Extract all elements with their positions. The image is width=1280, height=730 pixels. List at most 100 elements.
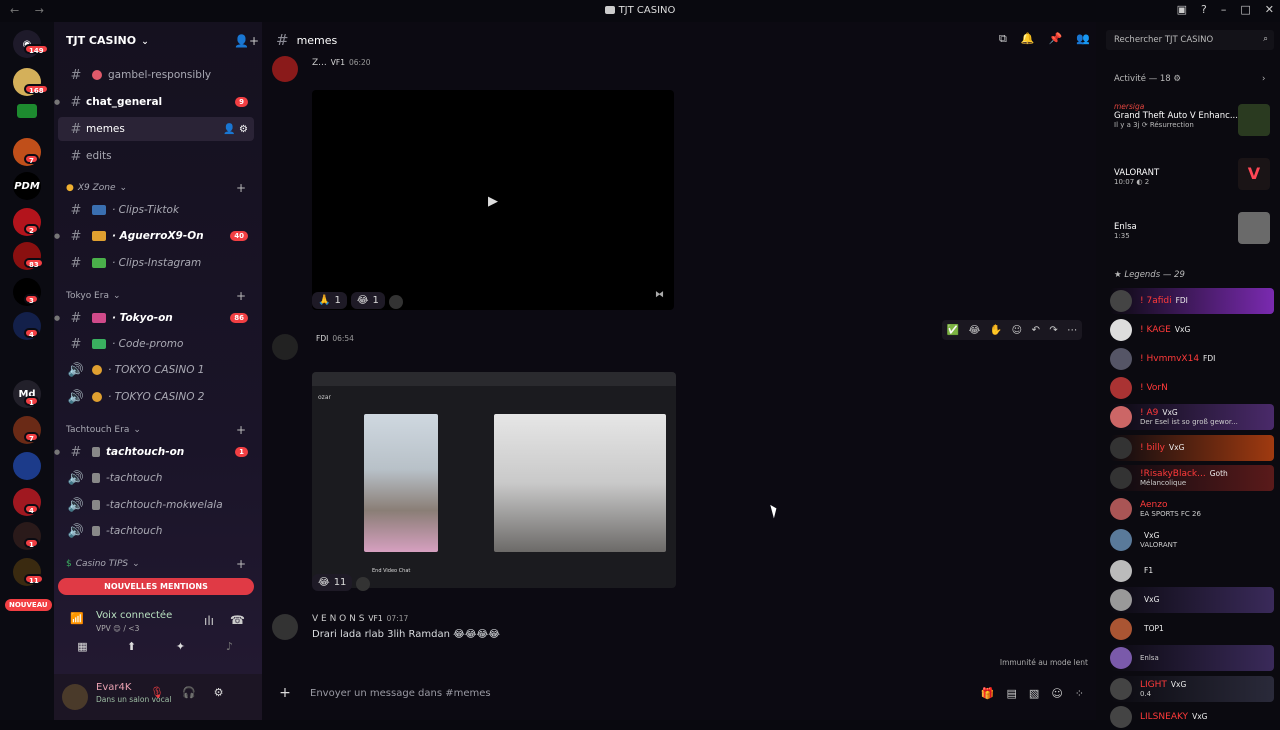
activities-icon[interactable]: ✦ <box>161 637 201 655</box>
member-item[interactable]: LILSNEAKY VxG <box>1110 704 1274 730</box>
add-channel-icon[interactable]: + <box>236 181 246 195</box>
add-channel-icon[interactable]: + <box>236 423 246 437</box>
server-icon[interactable] <box>13 452 41 480</box>
image-attachment[interactable]: ozar End Video Chat <box>312 372 676 588</box>
add-channel-icon[interactable]: + <box>236 557 246 571</box>
soundboard-icon[interactable]: ♪ <box>210 637 250 655</box>
mute-icon[interactable]: 🎙 <box>150 686 164 699</box>
category-tachtouch-era[interactable]: Tachtouch Era ⌄ + <box>66 423 246 437</box>
add-reaction-icon[interactable]: ☺ <box>1012 325 1022 336</box>
inbox-icon[interactable]: ▣ <box>1177 3 1187 16</box>
notification-bell-icon[interactable]: 🔔 <box>1021 32 1035 46</box>
message-author[interactable]: Z... <box>312 58 327 68</box>
channel-gambel-responsibly[interactable]: # gambel-responsibly <box>58 63 254 87</box>
search-input[interactable]: Rechercher TJT CASINO ⌕ <box>1106 30 1274 50</box>
channel-tachtouch[interactable]: 🔊 -tachtouch <box>58 466 254 490</box>
member-item[interactable]: ! 7afidi FDI <box>1110 288 1274 314</box>
activity-header[interactable]: Activité — 18 ⚙ › <box>1114 74 1265 84</box>
category-tokyo-era[interactable]: Tokyo Era ⌄ + <box>66 289 246 303</box>
new-mentions-button[interactable]: NOUVELLES MENTIONS <box>58 578 254 595</box>
member-list-icon[interactable]: 👥 <box>1076 32 1090 46</box>
invite-settings-icons[interactable]: 👤 ⚙ <box>223 124 248 135</box>
server-name: TJT CASINO <box>66 34 137 47</box>
channel-clips-tiktok[interactable]: # · Clips-Tiktok <box>58 198 254 222</box>
noise-suppression-icon[interactable]: ılı <box>204 614 214 628</box>
invite-people-icon[interactable]: 👤+ <box>234 34 259 48</box>
add-reaction-icon[interactable] <box>388 295 403 309</box>
reaction[interactable]: 😂 11 <box>312 574 353 591</box>
member-item[interactable]: ! A9 VxG Der Esel ist so groß gewor... <box>1110 404 1274 430</box>
help-icon[interactable]: ? <box>1201 3 1207 16</box>
channel-chat-general[interactable]: ● # chat_general 9 <box>54 90 254 114</box>
member-item[interactable]: LIGHT VxG 0.4 <box>1110 676 1274 702</box>
settings-gear-icon[interactable]: ⚙ <box>214 686 224 699</box>
avatar[interactable] <box>272 56 298 82</box>
avatar[interactable] <box>62 684 88 710</box>
add-reaction-icon[interactable] <box>356 577 371 591</box>
play-icon[interactable]: ▶ <box>488 194 498 209</box>
apps-icon[interactable]: ⁘ <box>1075 687 1084 700</box>
channel-tokyo-casino-2[interactable]: 🔊 · TOKYO CASINO 2 <box>58 385 254 409</box>
check-react-icon[interactable]: ✅ <box>947 325 959 336</box>
channel-tokyo-casino-1[interactable]: 🔊 · TOKYO CASINO 1 <box>58 358 254 382</box>
channel-tachtouch-on[interactable]: ● # tachtouch-on 1 <box>54 440 254 464</box>
camera-off-icon[interactable]: ▦ <box>63 637 103 655</box>
reply-icon[interactable]: ↶ <box>1032 325 1040 336</box>
disconnect-icon[interactable]: ☎ <box>230 613 245 627</box>
member-item[interactable]: ! VorN <box>1110 375 1274 401</box>
activity-item[interactable]: Enlsa 1:35 <box>1114 212 1274 244</box>
close-button[interactable]: ✕ <box>1265 3 1274 16</box>
member-item[interactable]: F1 <box>1110 558 1274 584</box>
hash-icon: # <box>70 310 82 326</box>
sticker-icon[interactable]: ▧ <box>1029 687 1039 700</box>
channel-aguerrox9-on[interactable]: ● # · AguerroX9-On 40 <box>54 224 254 248</box>
category-x9-zone[interactable]: ● X9 Zone ⌄ + <box>66 181 246 195</box>
maximize-button[interactable]: □ <box>1240 3 1250 16</box>
emoji-icon[interactable]: ☺ <box>1051 687 1062 700</box>
laugh-react-icon[interactable]: 😂 <box>969 325 981 336</box>
activity-item[interactable]: mersiga Grand Theft Auto V Enhanc... Il … <box>1114 102 1274 136</box>
channel-edits[interactable]: # edits <box>58 144 254 168</box>
gift-icon[interactable]: 🎁 <box>981 687 995 700</box>
channel-tachtouch-2[interactable]: 🔊 -tachtouch <box>58 519 254 543</box>
member-item[interactable]: !RisakyBlack... Goth Mélancolique <box>1110 465 1274 491</box>
member-item[interactable]: ! billy VxG <box>1110 435 1274 461</box>
message-author[interactable]: V E N O N S <box>312 614 364 624</box>
upload-plus-icon[interactable]: + <box>270 685 300 701</box>
member-item[interactable]: VxG <box>1110 587 1274 613</box>
reaction[interactable]: 🙏 1 <box>312 292 347 309</box>
member-item[interactable]: Aenzo EA SPORTS FC 26 <box>1110 496 1274 522</box>
channel-memes[interactable]: # memes 👤 ⚙ <box>58 117 254 141</box>
screen-share-icon[interactable]: ⬆ <box>112 637 152 655</box>
add-channel-icon[interactable]: + <box>236 289 246 303</box>
pin-icon[interactable]: 📌 <box>1049 32 1063 46</box>
member-item[interactable]: VxG VALORANT <box>1110 527 1274 553</box>
member-item[interactable]: ! KAGE VxG <box>1110 317 1274 343</box>
minimize-button[interactable]: – <box>1221 3 1227 16</box>
video-attachment[interactable]: ▶ ⧓ <box>312 90 674 310</box>
reaction[interactable]: 😂 1 <box>350 292 385 309</box>
category-casino-tips[interactable]: $ Casino TIPS ⌄ + <box>66 557 246 571</box>
forward-icon[interactable]: ↷ <box>1049 325 1057 336</box>
member-item[interactable]: Enlsa <box>1110 645 1274 671</box>
channel-tachtouch-mokwelala[interactable]: 🔊 -tachtouch-mokwelala <box>58 493 254 517</box>
member-item[interactable]: ! HvmmvX14 FDI <box>1110 346 1274 372</box>
username[interactable]: Evar4K <box>96 682 131 693</box>
channel-tokyo-on[interactable]: ● # · Tokyo-on 86 <box>54 306 254 330</box>
avatar[interactable] <box>272 614 298 640</box>
server-icon-pdm[interactable]: PDM <box>13 172 41 200</box>
channel-clips-instagram[interactable]: # · Clips-Instagram <box>58 251 254 275</box>
activity-item[interactable]: VALORANT 10:07 ◐ 2 V <box>1114 158 1274 190</box>
threads-icon[interactable]: ⧉ <box>999 32 1007 46</box>
channel-code-promo[interactable]: # · Code-promo <box>58 332 254 356</box>
message-input[interactable] <box>310 687 981 699</box>
member-item[interactable]: TOP1 <box>1110 616 1274 642</box>
new-servers-badge[interactable]: NOUVEAU <box>5 599 52 611</box>
server-icon[interactable] <box>17 104 37 118</box>
more-icon[interactable]: ⋯ <box>1067 325 1077 336</box>
deafen-icon[interactable]: 🎧 <box>182 686 196 699</box>
voice-channel[interactable]: VPV 😊 / <3 <box>96 624 139 633</box>
gif-icon[interactable]: ▤ <box>1007 687 1017 700</box>
avatar[interactable] <box>272 334 298 360</box>
hand-react-icon[interactable]: ✋ <box>990 325 1002 336</box>
